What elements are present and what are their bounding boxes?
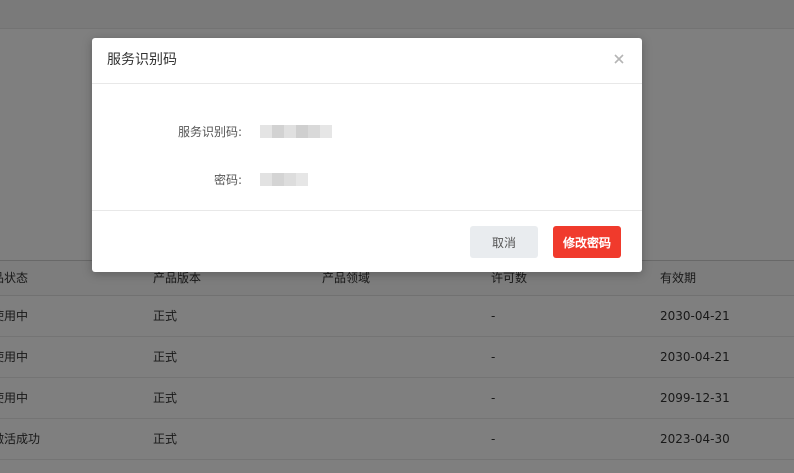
dialog-footer: 取消 修改密码 — [92, 210, 642, 273]
page: 品状态 产品版本 产品领域 许可数 有效期 使用中 正式 - 2030-04-2… — [0, 0, 794, 473]
password-row: 密码: — [92, 170, 642, 190]
service-code-dialog: 服务识别码 服务识别码: 密码: 取消 修改密码 — [92, 38, 642, 272]
dialog-header: 服务识别码 — [92, 38, 642, 84]
dialog-body: 服务识别码: 密码: — [92, 84, 642, 210]
dialog-title: 服务识别码 — [107, 52, 177, 68]
password-label: 密码: — [213, 173, 242, 187]
service-code-row: 服务识别码: — [92, 122, 642, 142]
cancel-button[interactable]: 取消 — [470, 226, 538, 258]
service-code-value-masked — [260, 125, 332, 138]
close-icon[interactable] — [610, 50, 628, 68]
change-password-button[interactable]: 修改密码 — [553, 226, 621, 258]
password-value-masked — [260, 173, 308, 186]
service-code-label: 服务识别码: — [177, 125, 242, 139]
